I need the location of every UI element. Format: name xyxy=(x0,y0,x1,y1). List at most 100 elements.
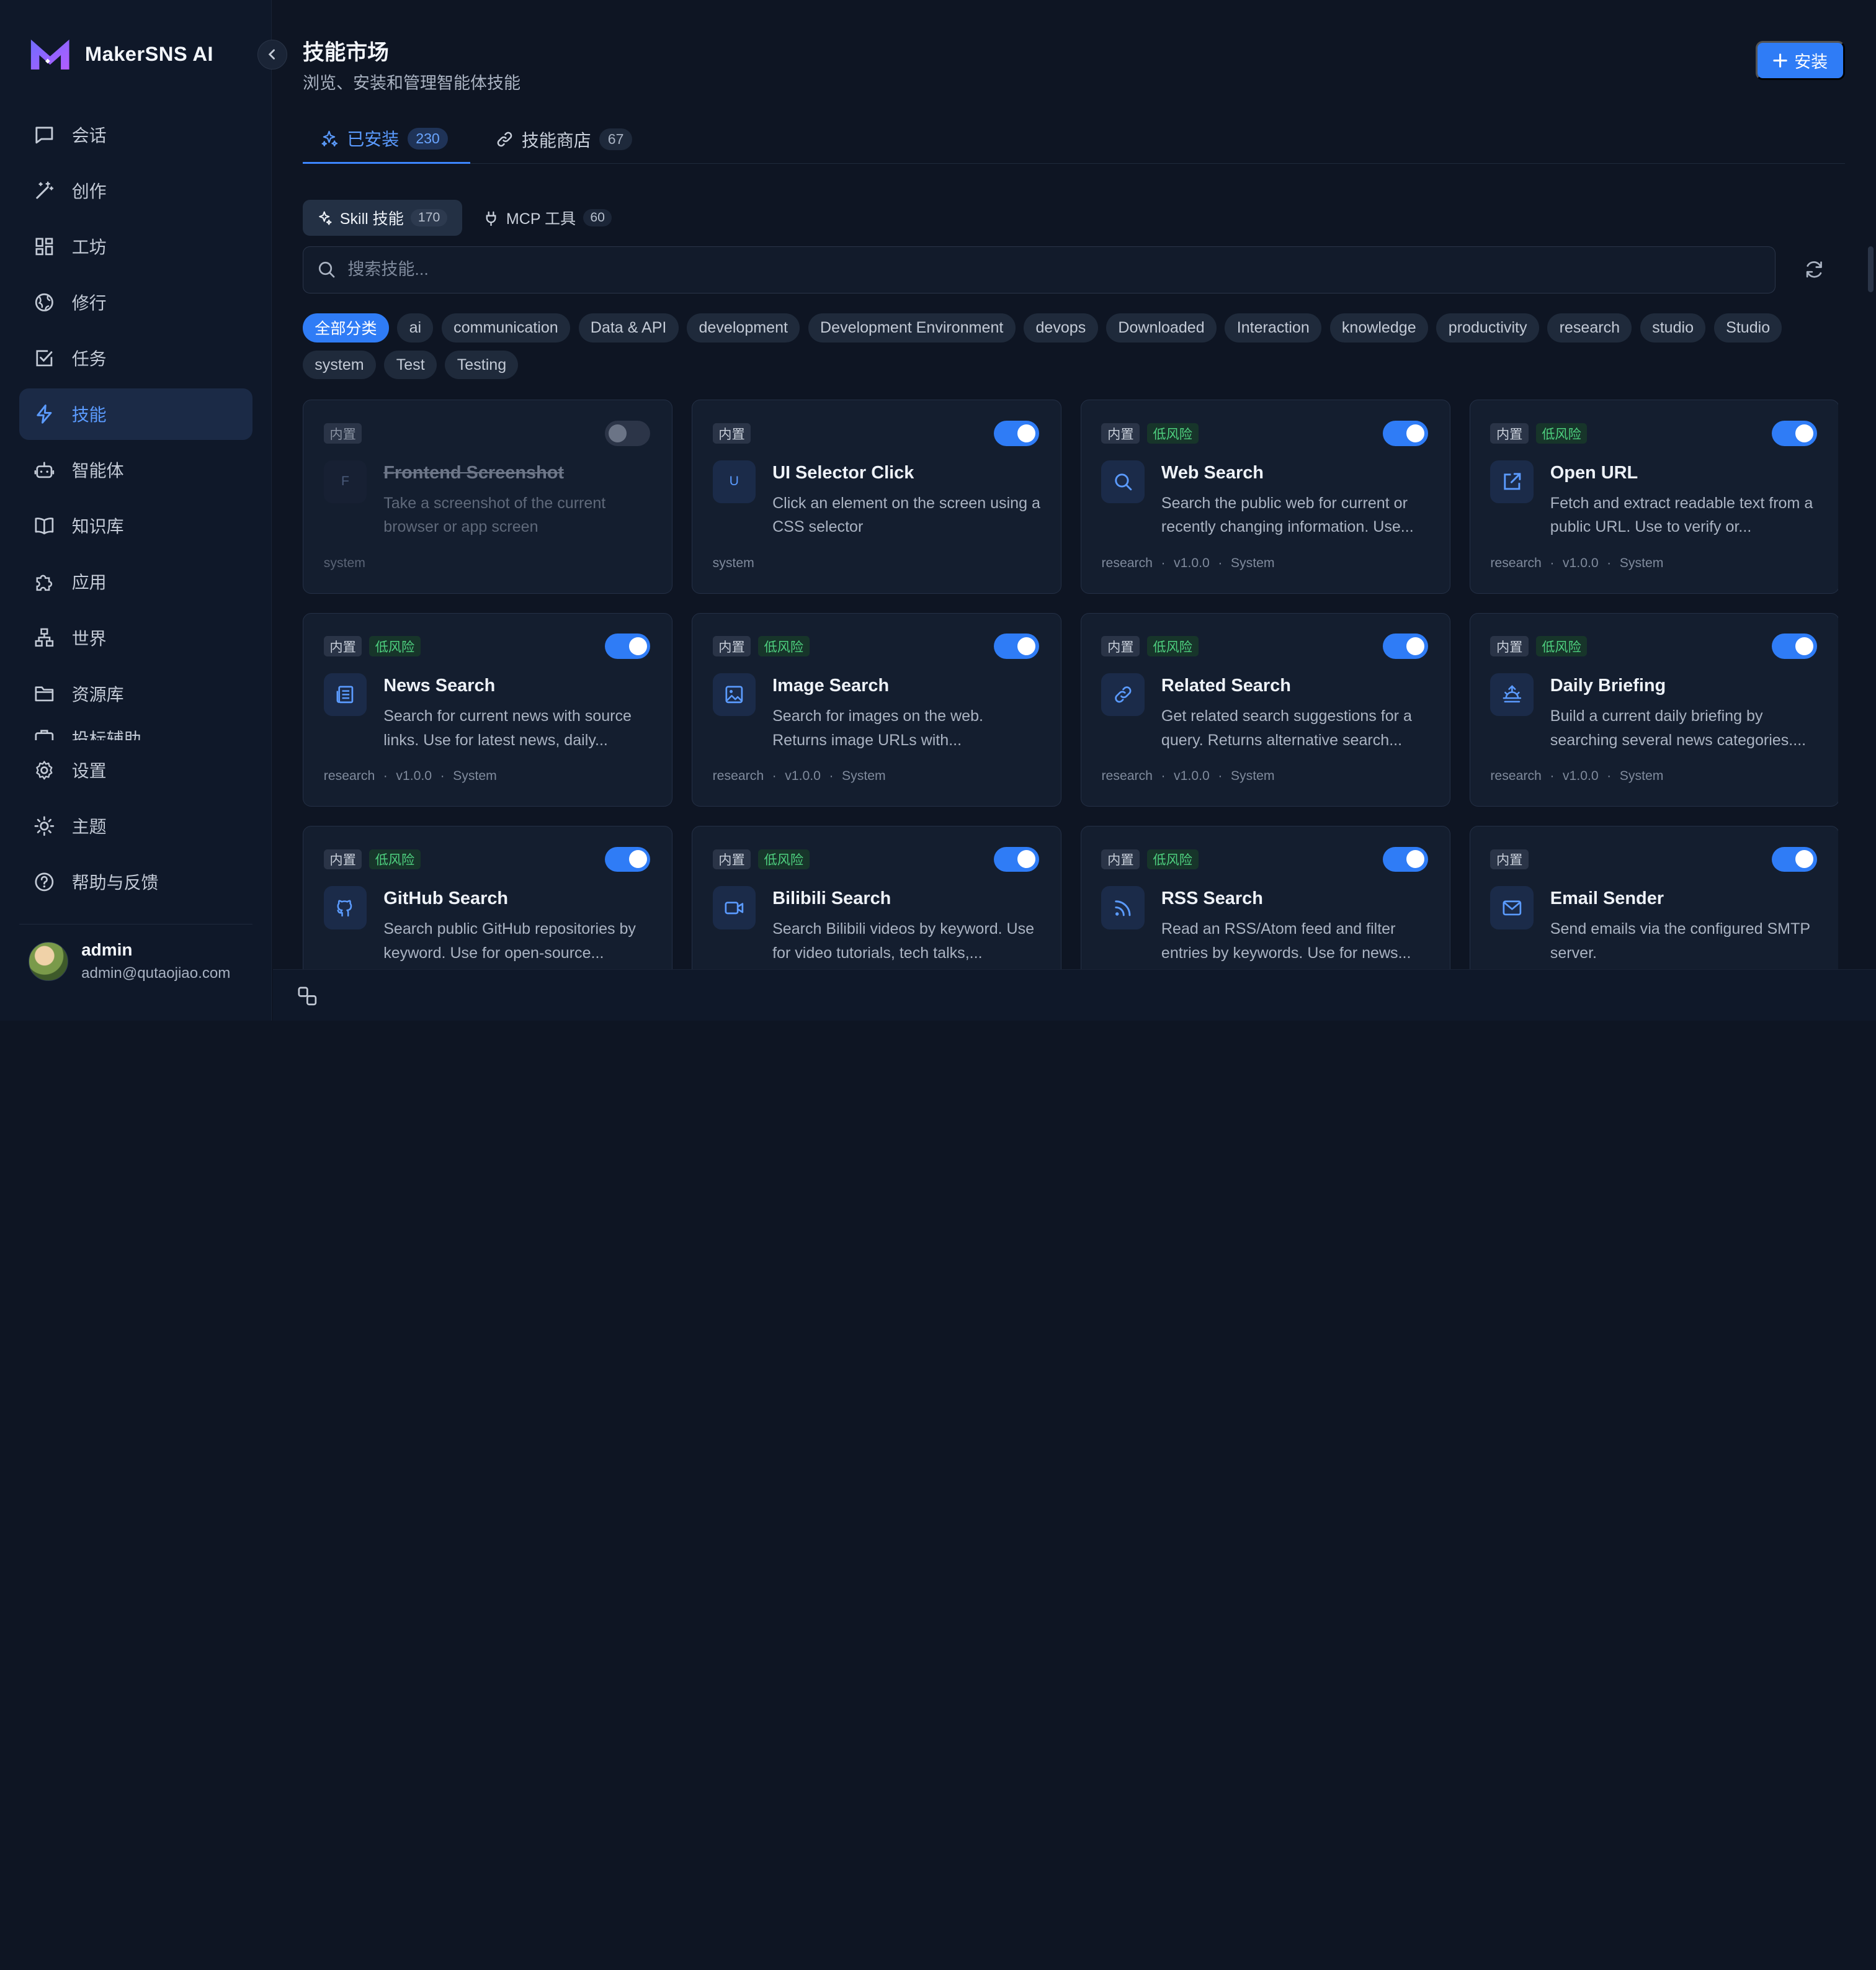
category-chip[interactable]: devops xyxy=(1024,313,1098,343)
builtin-badge: 内置 xyxy=(1101,423,1140,444)
skill-card[interactable]: 内置 低风险 Web Search Search the public web for… xyxy=(1080,400,1450,594)
skill-icon xyxy=(1490,886,1534,929)
skill-version: v1.0.0 xyxy=(396,769,432,784)
sidebar-item-skills[interactable]: 技能 xyxy=(19,388,252,440)
subtab-mcp-tools[interactable]: MCP 工具 60 xyxy=(469,200,627,236)
sidebar-bottom-nav: 设置 主题 帮助与反馈 xyxy=(19,745,252,912)
sidebar-item-label: 帮助与反馈 xyxy=(71,873,159,893)
sidebar-item-workshop[interactable]: 工坊 xyxy=(19,221,252,272)
skill-enable-toggle[interactable] xyxy=(1382,421,1429,446)
scrollbar-thumb[interactable] xyxy=(1867,246,1874,292)
sidebar-item-theme[interactable]: 主题 xyxy=(19,800,252,852)
skill-enable-toggle[interactable] xyxy=(1771,846,1817,872)
skill-enable-toggle[interactable] xyxy=(605,634,651,659)
sidebar-item-resources[interactable]: 资源库 xyxy=(19,668,252,719)
skill-card[interactable]: 内置 低风险 GitHub Search Search public GitHub r… xyxy=(302,825,672,970)
skill-card[interactable]: 内置 低风险 Related Search Get related search su… xyxy=(1080,612,1450,807)
mail-icon xyxy=(1503,900,1521,915)
sidebar-item-knowledge[interactable]: 知识库 xyxy=(19,500,252,552)
tab-installed[interactable]: 已安装 230 xyxy=(302,115,471,164)
meta-separator: · xyxy=(1161,769,1166,784)
skill-title: UI Selector Click xyxy=(772,462,914,483)
category-chip[interactable]: 全部分类 xyxy=(302,313,389,343)
skill-card[interactable]: 内置 低风险 News Search Search for current news … xyxy=(302,612,672,807)
install-button-label: 安装 xyxy=(1794,52,1828,71)
sidebar-item-chat[interactable]: 会话 xyxy=(19,109,252,161)
sidebar-item-settings[interactable]: 设置 xyxy=(19,745,252,796)
skill-enable-toggle[interactable] xyxy=(1771,634,1817,659)
skill-card[interactable]: 内置 F Frontend Screenshot Take a screenshot … xyxy=(302,400,672,594)
builtin-badge: 内置 xyxy=(1101,849,1140,870)
sidebar-item-agents[interactable]: 智能体 xyxy=(19,444,252,496)
skill-version: v1.0.0 xyxy=(785,769,821,784)
search-input[interactable] xyxy=(347,260,1664,280)
skill-icon: F xyxy=(323,460,367,504)
brand-name: MakerSNS AI xyxy=(84,42,213,65)
skill-enable-toggle[interactable] xyxy=(605,846,651,872)
plus-icon xyxy=(1772,53,1787,68)
category-chip[interactable]: development xyxy=(687,313,800,343)
skill-enable-toggle[interactable] xyxy=(993,634,1040,659)
sidebar-item-label: 技能 xyxy=(71,405,107,425)
skill-enable-toggle[interactable] xyxy=(1382,846,1429,872)
skill-enable-toggle[interactable] xyxy=(1382,634,1429,659)
skill-enable-toggle[interactable] xyxy=(605,421,651,446)
sidebar-item-apps[interactable]: 应用 xyxy=(19,556,252,607)
skill-badges: 内置 低风险 xyxy=(1101,849,1199,870)
builtin-badge: 内置 xyxy=(1490,849,1529,870)
skill-card[interactable]: 内置 低风险 RSS Search Read an RSS/Atom feed and… xyxy=(1080,825,1450,970)
skill-enable-toggle[interactable] xyxy=(1771,421,1817,446)
tab-skill-store[interactable]: 技能商店 67 xyxy=(478,115,650,164)
collapse-sidebar-button[interactable] xyxy=(257,39,287,69)
category-chip[interactable]: research xyxy=(1547,313,1632,343)
category-chip[interactable]: Downloaded xyxy=(1106,313,1217,343)
builtin-badge: 内置 xyxy=(1101,636,1140,656)
category-chip[interactable]: productivity xyxy=(1436,313,1539,343)
skill-card[interactable]: 内置 Email Sender Send emails via the config… xyxy=(1469,825,1838,970)
user-profile[interactable]: admin admin@qutaojiao.com xyxy=(19,924,252,998)
subtab-label: Skill 技能 xyxy=(339,210,404,228)
skill-enable-toggle[interactable] xyxy=(993,421,1040,446)
skill-enable-toggle[interactable] xyxy=(993,846,1040,872)
skill-title: Email Sender xyxy=(1550,889,1664,909)
category-chip[interactable]: studio xyxy=(1640,313,1706,343)
briefcase-icon xyxy=(35,730,54,741)
category-chip[interactable]: Test xyxy=(384,351,437,380)
sidebar-item-label: 会话 xyxy=(71,125,107,145)
category-chip[interactable]: knowledge xyxy=(1329,313,1428,343)
category-chip[interactable]: communication xyxy=(441,313,571,343)
skill-card[interactable]: 内置 低风险 Daily Briefing Build a current daily… xyxy=(1469,612,1838,807)
sidebar-item-create[interactable]: 创作 xyxy=(19,165,252,217)
skill-card[interactable]: 内置 低风险 Image Search Search for images on th… xyxy=(691,612,1061,807)
category-chip[interactable]: system xyxy=(302,351,376,380)
skill-card[interactable]: 内置 低风险 Bilibili Search Search Bilibili vide… xyxy=(691,825,1061,970)
panel-toggle-icon[interactable] xyxy=(297,985,318,1007)
skill-badges: 内置 低风险 xyxy=(712,636,810,656)
low-risk-badge: 低风险 xyxy=(369,636,421,656)
meta-separator: · xyxy=(1550,555,1555,570)
sidebar-item-bidding[interactable]: 投标辅助 xyxy=(19,723,252,741)
builtin-badge: 内置 xyxy=(323,636,362,656)
skill-badges: 内置 低风险 xyxy=(1490,636,1588,656)
category-chip[interactable]: Development Environment xyxy=(808,313,1016,343)
category-chip[interactable]: ai xyxy=(397,313,434,343)
brand[interactable]: MakerSNS AI xyxy=(29,36,213,72)
category-chip[interactable]: Testing xyxy=(445,351,519,380)
subtab-skills[interactable]: Skill 技能 170 xyxy=(302,200,462,236)
category-chip[interactable]: Studio xyxy=(1713,313,1782,343)
image-icon xyxy=(725,686,743,704)
tab-bar: 已安装 230 技能商店 67 xyxy=(302,115,1846,164)
sidebar-item-practice[interactable]: 修行 xyxy=(19,277,252,328)
sidebar-item-world[interactable]: 世界 xyxy=(19,612,252,663)
skill-card[interactable]: 内置 低风险 Open URL Fetch and extract readable … xyxy=(1469,400,1838,594)
skill-icon: U xyxy=(712,460,756,504)
install-button[interactable]: 安装 xyxy=(1755,40,1846,81)
sidebar-nav: 会话 创作 工坊 修行 任务 技能 智能体 知识库 应用 世界 资源库 投标辅助 xyxy=(19,109,252,745)
category-chip[interactable]: Interaction xyxy=(1225,313,1322,343)
sidebar-item-tasks[interactable]: 任务 xyxy=(19,333,252,384)
category-chip[interactable]: Data & API xyxy=(578,313,679,343)
skill-card[interactable]: 内置 U UI Selector Click Click an element on … xyxy=(691,400,1061,594)
skill-meta: system xyxy=(713,556,754,571)
sidebar-item-help[interactable]: 帮助与反馈 xyxy=(19,856,252,908)
refresh-icon[interactable] xyxy=(1803,259,1825,280)
